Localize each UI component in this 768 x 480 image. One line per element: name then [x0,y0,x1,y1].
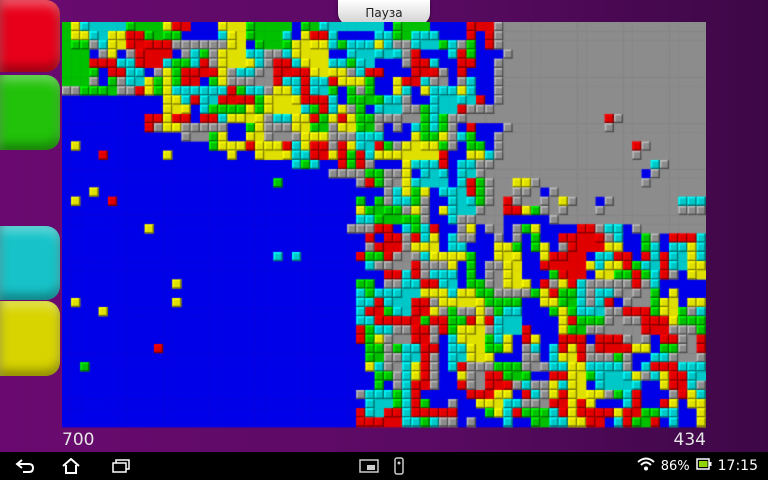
cyan-color-button[interactable] [0,226,60,300]
green-color-button[interactable] [0,75,60,150]
back-arrow-icon[interactable] [12,452,38,480]
player-score: 700 [62,430,95,450]
status-area: 86% 17:15 [637,452,758,480]
battery-icon [695,458,712,474]
game-board[interactable] [62,22,706,428]
yellow-color-button[interactable] [0,301,60,376]
wifi-icon [637,457,655,475]
opponent-score: 434 [673,430,706,450]
pause-label: Пауза [365,6,403,20]
home-icon[interactable] [58,452,84,480]
red-color-button[interactable] [0,0,60,72]
game-grid-canvas[interactable] [62,22,706,428]
clock: 17:15 [717,458,758,474]
remote-icon[interactable] [388,452,410,480]
small-app-window-icon[interactable] [356,452,382,480]
system-navigation-bar: 86% 17:15 [0,452,768,480]
battery-percent: 86% [660,458,690,474]
recent-apps-icon[interactable] [108,452,134,480]
